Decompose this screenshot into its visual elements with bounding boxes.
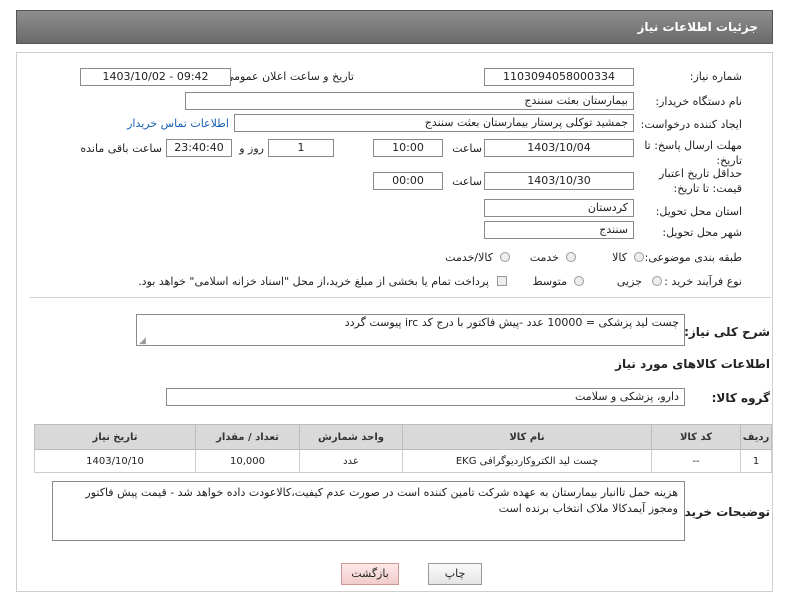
days-label: روز و — [239, 142, 264, 155]
price-validity-label: حداقل تاریخ اعتبار قیمت: تا تاریخ: — [658, 167, 742, 195]
province-label: استان محل تحویل: — [655, 205, 742, 218]
process-label: نوع فرآیند خرید : — [664, 275, 742, 288]
announce-label: تاریخ و ساعت اعلان عمومی: — [221, 70, 354, 83]
description-label: شرح کلی نیاز: — [684, 325, 770, 339]
col-row-number: ردیف — [740, 424, 772, 450]
price-validity-date-field: 1403/10/30 — [484, 172, 634, 190]
print-button[interactable]: چاپ — [428, 563, 482, 585]
need-number-label: شماره نیاز: — [689, 70, 742, 83]
cell-goods-code: -- — [651, 449, 741, 473]
city-field: سنندج — [484, 221, 634, 239]
days-field: 1 — [268, 139, 334, 157]
goods-group-field: دارو، پزشکی و سلامت — [166, 388, 685, 406]
category-option-goods: کالا — [612, 251, 627, 264]
buyer-contact-link[interactable]: اطلاعات تماس خریدار — [127, 117, 229, 130]
col-quantity: تعداد / مقدار — [195, 424, 300, 450]
category-option-service: خدمت — [529, 251, 559, 264]
deadline-time-label: ساعت — [452, 142, 482, 155]
section-divider — [30, 297, 771, 298]
col-goods-code: کد کالا — [651, 424, 741, 450]
process-radio-medium[interactable] — [574, 276, 584, 286]
category-radio-goods[interactable] — [634, 252, 644, 262]
announce-datetime-field: 1403/10/02 - 09:42 — [80, 68, 231, 86]
goods-table: ردیف کد کالا نام کالا واحد شمارش تعداد /… — [34, 424, 772, 473]
remaining-label: ساعت باقی مانده — [80, 142, 162, 155]
category-label: طبقه بندی موضوعی: — [644, 251, 742, 264]
process-option-medium: متوسط — [532, 275, 567, 288]
creator-label: ایجاد کننده درخواست: — [640, 118, 742, 131]
remaining-time-field: 23:40:40 — [166, 139, 232, 157]
buyer-org-field: بیمارستان بعثت سنندج — [185, 92, 634, 110]
back-button[interactable]: بازگشت — [341, 563, 399, 585]
col-need-date: تاریخ نیاز — [34, 424, 196, 450]
goods-group-label: گروه کالا: — [711, 391, 770, 405]
buyer-notes-field: هزینه حمل تاانبار بیمارستان به عهده شرکت… — [52, 481, 685, 541]
category-option-goods-service: کالا/خدمت — [445, 251, 493, 264]
need-number-field: 1103094058000334 — [484, 68, 634, 86]
goods-section-title: اطلاعات کالاهای مورد نیاز — [615, 357, 770, 371]
deadline-time-field: 10:00 — [373, 139, 443, 157]
resize-handle-icon[interactable]: ◢ — [139, 336, 146, 346]
price-validity-time-label: ساعت — [452, 175, 482, 188]
description-field: چست لید پزشکی = 10000 عدد -پیش فاکتور با… — [136, 314, 685, 346]
col-unit: واحد شمارش — [299, 424, 403, 450]
cell-unit: عدد — [299, 449, 403, 473]
cell-need-date: 1403/10/10 — [34, 449, 196, 473]
deadline-date-field: 1403/10/04 — [484, 139, 634, 157]
col-goods-name: نام کالا — [402, 424, 652, 450]
process-option-minor: جزیی — [616, 275, 642, 288]
category-radio-goods-service[interactable] — [500, 252, 510, 262]
treasury-checkbox[interactable] — [497, 276, 507, 286]
cell-goods-name: چست لید الکتروکاردیوگرافی EKG — [402, 449, 652, 473]
creator-field: جمشید توکلی پرستار بیمارستان بعثت سنندج — [234, 114, 634, 132]
page-title: جزئیات اطلاعات نیاز — [637, 20, 758, 34]
cell-quantity: 10,000 — [195, 449, 300, 473]
payment-note: پرداخت تمام یا بخشی از مبلغ خرید،از محل … — [138, 275, 489, 288]
buyer-org-label: نام دستگاه خریدار: — [655, 95, 742, 108]
table-header-row: ردیف کد کالا نام کالا واحد شمارش تعداد /… — [34, 424, 772, 450]
province-field: کردستان — [484, 199, 634, 217]
page-header: جزئیات اطلاعات نیاز — [16, 10, 773, 44]
cell-row-number: 1 — [740, 449, 772, 473]
deadline-label: مهلت ارسال پاسخ: تا تاریخ: — [644, 139, 742, 167]
city-label: شهر محل تحویل: — [662, 226, 742, 239]
price-validity-time-field: 00:00 — [373, 172, 443, 190]
table-row[interactable]: 1 -- چست لید الکتروکاردیوگرافی EKG عدد 1… — [34, 449, 772, 473]
process-radio-minor[interactable] — [652, 276, 662, 286]
category-radio-service[interactable] — [566, 252, 576, 262]
